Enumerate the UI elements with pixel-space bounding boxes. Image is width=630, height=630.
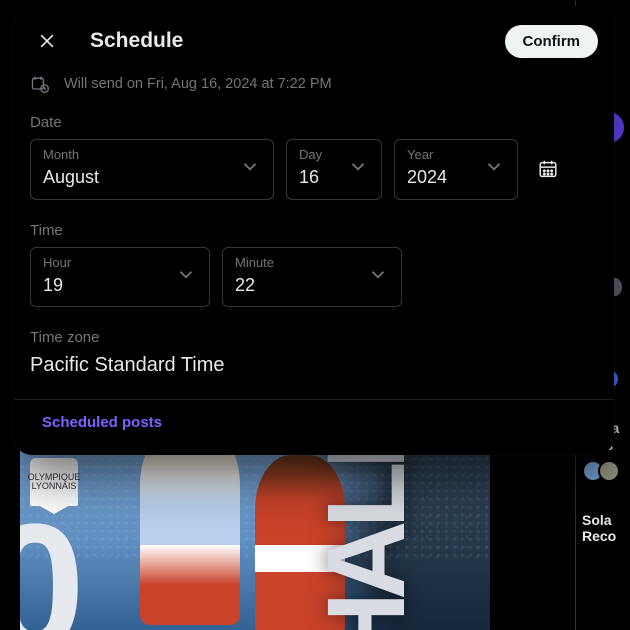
sidebar-trend-item[interactable]: Sola Reco [582, 512, 624, 546]
time-section-label: Time [30, 222, 598, 239]
date-section-label: Date [30, 114, 598, 131]
post-image: 0 OLYMPIQUE LYONNAIS HALF [20, 440, 490, 630]
schedule-modal: Schedule Confirm Will send on Fri, Aug 1… [14, 6, 614, 455]
schedule-clock-icon [30, 74, 50, 94]
chevron-down-icon [175, 263, 197, 285]
month-select-value: August [43, 167, 261, 189]
hour-select-label: Hour [43, 256, 197, 269]
minute-select[interactable]: Minute 22 [222, 247, 402, 308]
sidebar-item-label: Sola [582, 512, 624, 529]
chevron-down-icon [483, 156, 505, 178]
calendar-button[interactable] [530, 151, 566, 187]
chevron-down-icon [239, 156, 261, 178]
sidebar-item-label: Reco [582, 528, 624, 545]
timezone-label: Time zone [30, 329, 598, 346]
chevron-down-icon [367, 263, 389, 285]
chevron-down-icon [347, 156, 369, 178]
close-button[interactable] [30, 24, 64, 58]
day-select[interactable]: Day 16 [286, 139, 382, 200]
minute-select-label: Minute [235, 256, 389, 269]
hour-select-value: 19 [43, 275, 197, 297]
day-select-value: 16 [299, 167, 351, 189]
half-text: HALF [303, 440, 430, 630]
team-badge: OLYMPIQUE LYONNAIS [30, 458, 78, 506]
send-info-text: Will send on Fri, Aug 16, 2024 at 7:22 P… [64, 76, 332, 92]
scheduled-posts-link[interactable]: Scheduled posts [30, 400, 174, 443]
confirm-button[interactable]: Confirm [505, 25, 599, 58]
hour-select[interactable]: Hour 19 [30, 247, 210, 308]
modal-title: Schedule [90, 29, 479, 53]
month-select-label: Month [43, 148, 261, 161]
day-select-label: Day [299, 148, 351, 161]
send-info-row: Will send on Fri, Aug 16, 2024 at 7:22 P… [30, 74, 598, 94]
calendar-icon [537, 158, 559, 180]
month-select[interactable]: Month August [30, 139, 274, 200]
score-text: 0 [20, 525, 85, 630]
timezone-value: Pacific Standard Time [30, 354, 598, 377]
player-graphic [140, 440, 240, 625]
minute-select-value: 22 [235, 275, 389, 297]
year-select[interactable]: Year 2024 [394, 139, 518, 200]
close-icon [37, 31, 57, 51]
avatar-stack [582, 460, 624, 482]
